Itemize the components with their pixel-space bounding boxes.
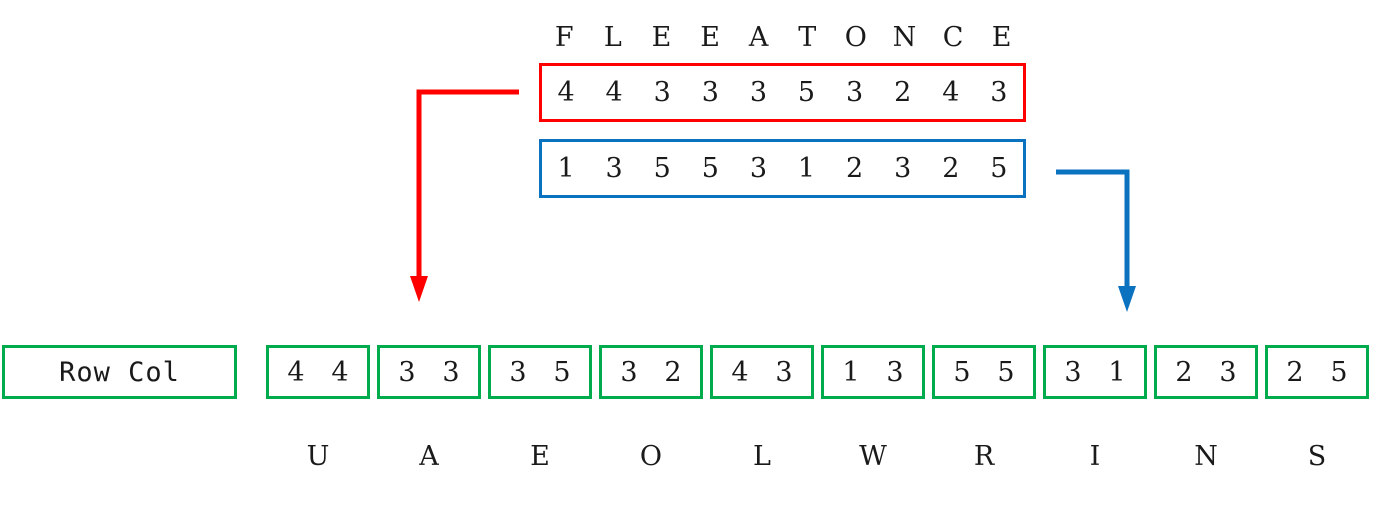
col-digit-3: 5 [701,153,719,184]
coordinate-pair-box: 44 [266,345,370,399]
col-digit-6: 2 [846,153,864,184]
pair-row-digit: 3 [398,356,416,388]
coordinate-pair-box: 13 [821,345,925,399]
pair-col-digit: 1 [1108,356,1126,388]
plaintext-letter-3: E [700,21,720,53]
col-digit-9: 5 [990,153,1008,184]
row-digits-to-pairs-arrow [410,89,519,302]
plaintext-letter-0: F [554,21,574,53]
plaintext-letter-8: C [942,21,964,53]
row-digit-0: 4 [557,77,575,108]
pair-col-digit: 3 [1219,356,1237,388]
plaintext-letter-row: FLEEATONCE [540,16,1026,58]
pair-col-digit: 5 [1330,356,1348,388]
row-digit-8: 4 [942,77,960,108]
pair-col-digit: 3 [886,356,904,388]
col-digits-box: 1355312325 [539,139,1026,198]
pair-row-digit: 4 [287,356,305,388]
col-digits-to-pairs-arrow [1056,169,1136,312]
coordinate-pair-box: 32 [599,345,703,399]
row-digit-2: 3 [653,77,671,108]
col-digit-2: 5 [653,153,671,184]
pair-row-digit: 3 [509,356,527,388]
col-digit-1: 3 [605,153,623,184]
row-digits-box: 4433353243 [539,63,1026,122]
row-digit-9: 3 [990,77,1008,108]
plaintext-letter-6: O [844,21,867,53]
plaintext-letter-1: L [603,21,622,53]
pair-col-digit: 3 [442,356,460,388]
plaintext-letter-4: A [748,21,769,53]
pair-row-digit: 5 [953,356,971,388]
pair-row-digit: 3 [1064,356,1082,388]
row-digit-6: 3 [846,77,864,108]
coordinate-pair-box: 31 [1043,345,1147,399]
coordinate-pair-box: 33 [377,345,481,399]
pair-row-digit: 2 [1175,356,1193,388]
row-col-legend-label: Row Col [59,356,180,388]
ciphertext-letter: R [973,441,995,472]
coordinate-pair-box: 43 [710,345,814,399]
col-digit-5: 1 [797,153,816,184]
col-digit-8: 2 [942,153,960,184]
ciphertext-letter: S [1307,441,1327,472]
plaintext-letter-9: E [991,21,1012,53]
plaintext-letter-5: T [798,21,817,53]
row-digit-7: 2 [894,77,912,108]
row-digit-1: 4 [605,77,623,108]
pair-col-digit: 2 [664,356,682,388]
coordinate-pair-box: 35 [488,345,592,399]
pair-row-digit: 4 [731,356,749,388]
col-digit-0: 1 [557,153,575,184]
ciphertext-letter: U [306,441,330,472]
pair-row-digit: 1 [842,356,860,388]
ciphertext-letter: L [753,441,771,472]
ciphertext-letter: A [419,441,439,472]
ciphertext-letter: O [639,441,663,472]
col-digit-4: 3 [749,153,768,184]
ciphertext-letter: W [859,441,887,472]
coordinate-pair-box: 55 [932,345,1036,399]
pair-col-digit: 5 [553,356,571,388]
pair-row-digit: 3 [620,356,638,388]
plaintext-letter-2: E [651,21,672,53]
plaintext-letter-7: N [892,21,917,53]
coordinate-pair-box: 23 [1154,345,1258,399]
row-digit-4: 3 [749,77,768,108]
pair-col-digit: 5 [997,356,1015,388]
row-col-legend-box: Row Col [2,345,237,399]
coordinate-pair-box: 25 [1265,345,1369,399]
row-digit-5: 5 [797,77,816,108]
pair-col-digit: 4 [331,356,349,388]
pair-col-digit: 3 [775,356,793,388]
ciphertext-letter: N [1194,441,1218,472]
row-digit-3: 3 [701,77,719,108]
pair-row-digit: 2 [1286,356,1304,388]
ciphertext-letter: E [530,441,550,472]
ciphertext-letter: I [1089,441,1101,472]
col-digit-7: 3 [894,153,912,184]
